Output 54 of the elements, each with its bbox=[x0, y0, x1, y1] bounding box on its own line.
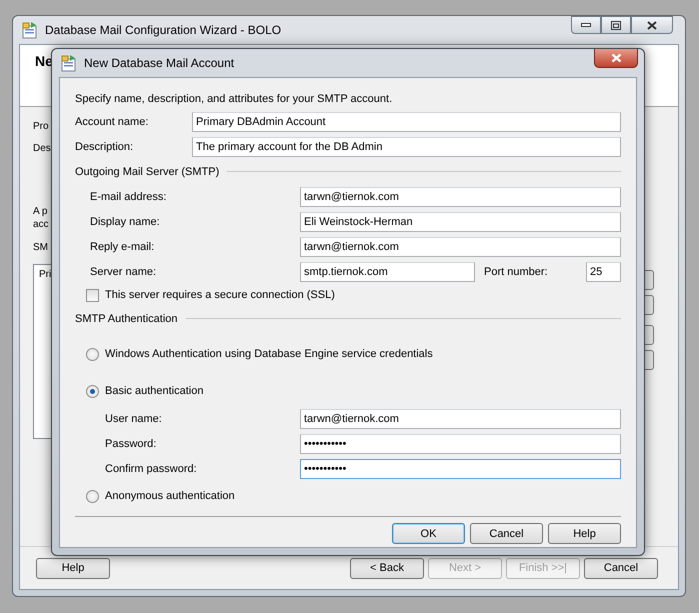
text-field[interactable]: The primary account for the DB Admin bbox=[192, 136, 621, 156]
close-icon bbox=[610, 53, 622, 63]
description-text: A p acc bbox=[33, 205, 49, 231]
field-label: Port number: bbox=[484, 266, 549, 278]
text-field[interactable]: smtp.tiernok.com bbox=[300, 262, 475, 282]
dialog-button[interactable]: Help bbox=[548, 523, 621, 544]
radio-button[interactable] bbox=[86, 490, 99, 502]
field-label: Reply e-mail: bbox=[90, 240, 156, 252]
port-field[interactable]: 25 bbox=[586, 262, 621, 282]
text-field[interactable]: Eli Weinstock-Herman bbox=[300, 212, 621, 232]
section-title: Outgoing Mail Server (SMTP) bbox=[75, 166, 220, 178]
field-label: Password: bbox=[105, 438, 158, 450]
text-field[interactable]: tarwn@tiernok.com bbox=[300, 408, 621, 428]
dialog-title: New Database Mail Account bbox=[84, 56, 234, 70]
wizard-button[interactable]: < Back bbox=[350, 558, 424, 578]
list-label: SM bbox=[33, 242, 48, 253]
field-label: Server name: bbox=[90, 266, 158, 278]
field-label: Display name: bbox=[90, 216, 161, 228]
field-label: User name: bbox=[105, 412, 163, 424]
radio-label: Windows Authentication using Database Engine service credentials bbox=[105, 348, 433, 360]
wizard-icon bbox=[60, 54, 78, 72]
radio-button[interactable] bbox=[86, 384, 99, 398]
wizard-icon bbox=[21, 21, 39, 39]
text-field[interactable]: ••••••••••• bbox=[300, 434, 621, 454]
checkbox-label: This server requires a secure connection (SSL) bbox=[105, 289, 335, 301]
section-title: SMTP Authentication bbox=[75, 312, 178, 324]
text-field[interactable]: Primary DBAdmin Account bbox=[192, 112, 621, 132]
ssl-checkbox[interactable] bbox=[86, 288, 99, 302]
field-label: Description: bbox=[75, 140, 134, 152]
maximize-icon bbox=[611, 20, 621, 30]
field-label: Pro bbox=[33, 121, 49, 132]
dialog-button[interactable]: OK bbox=[392, 523, 465, 544]
wizard-button[interactable]: Cancel bbox=[584, 558, 658, 578]
maximize-button[interactable] bbox=[601, 16, 631, 34]
radio-button[interactable] bbox=[86, 348, 99, 360]
radio-label: Basic authentication bbox=[105, 385, 204, 397]
column-header: Pri bbox=[39, 269, 52, 280]
close-button[interactable] bbox=[594, 49, 638, 68]
close-icon bbox=[647, 20, 657, 30]
field-label: Confirm password: bbox=[105, 462, 198, 474]
text-field[interactable]: tarwn@tiernok.com bbox=[300, 186, 621, 206]
field-label: Des bbox=[33, 143, 51, 154]
intro-text: Specify name, description, and attributes for your SMTP account. bbox=[75, 92, 394, 107]
radio-label: Anonymous authentication bbox=[105, 490, 235, 502]
field-label: Account name: bbox=[75, 116, 150, 128]
text-field[interactable]: ••••••••••• bbox=[300, 458, 621, 478]
close-button[interactable] bbox=[631, 16, 673, 34]
dialog-button[interactable]: Cancel bbox=[470, 523, 543, 544]
window-title: Database Mail Configuration Wizard - BOLO bbox=[45, 23, 282, 37]
field-label: E-mail address: bbox=[90, 190, 168, 202]
wizard-button[interactable]: Help bbox=[36, 558, 110, 578]
minimize-button[interactable] bbox=[571, 16, 601, 34]
text-field[interactable]: tarwn@tiernok.com bbox=[300, 236, 621, 256]
minimize-icon bbox=[581, 23, 591, 27]
